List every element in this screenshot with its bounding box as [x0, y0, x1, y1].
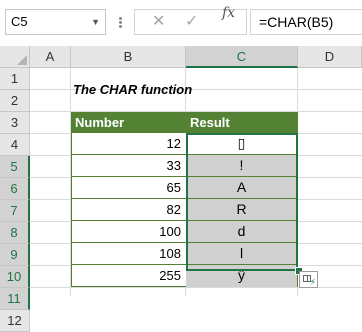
sheet-title[interactable]: The CHAR function — [73, 79, 192, 101]
quick-analysis-button[interactable]: ⚡ — [299, 271, 318, 288]
column-header-c[interactable]: C — [186, 46, 298, 68]
row-header-7[interactable]: 7 — [0, 200, 30, 222]
row-header-3[interactable]: 3 — [0, 112, 30, 134]
number-cell[interactable]: 255 — [71, 265, 187, 287]
row-header-12[interactable]: 12 — [0, 310, 30, 332]
result-cell[interactable]: d — [186, 221, 298, 243]
row-header-11[interactable]: 11 — [0, 288, 30, 310]
column-header-d[interactable]: D — [298, 46, 362, 68]
row-header-4[interactable]: 4 — [0, 134, 30, 156]
number-cell[interactable]: 65 — [71, 177, 187, 199]
number-cell[interactable]: 12 — [71, 133, 187, 155]
table-header-result[interactable]: Result — [186, 112, 298, 133]
row-header-10[interactable]: 10 — [0, 266, 30, 288]
number-cell[interactable]: 82 — [71, 199, 187, 221]
lightning-icon: ⚡ — [309, 277, 316, 287]
select-all-triangle-icon — [17, 55, 27, 65]
row-header-8[interactable]: 8 — [0, 222, 30, 244]
formula-input[interactable]: =CHAR(B5) — [250, 9, 362, 35]
result-cell[interactable]: ÿ — [186, 265, 298, 287]
row-header-1[interactable]: 1 — [0, 68, 30, 90]
column-header-a[interactable]: A — [30, 46, 71, 68]
result-cell[interactable]: l — [186, 243, 298, 265]
result-cell[interactable]: A — [186, 177, 298, 199]
name-box[interactable]: C5 ▼ — [5, 9, 106, 35]
cancel-icon[interactable]: ✕ — [152, 10, 165, 34]
name-box-value: C5 — [11, 14, 28, 29]
formula-bar: C5 ▼ ✕ ✓ fx =CHAR(B5) — [0, 0, 362, 40]
column-header-b[interactable]: B — [71, 46, 186, 68]
row-header-2[interactable]: 2 — [0, 90, 30, 112]
number-cell[interactable]: 108 — [71, 243, 187, 265]
row-header-5[interactable]: 5 — [0, 156, 30, 178]
row-header-9[interactable]: 9 — [0, 244, 30, 266]
select-all-button[interactable] — [0, 46, 30, 68]
insert-function-icon[interactable]: fx — [222, 1, 235, 25]
result-cell[interactable]: ! — [186, 155, 298, 177]
drag-handle-icon[interactable] — [115, 9, 127, 35]
chevron-down-icon[interactable]: ▼ — [91, 10, 100, 34]
result-cell-active[interactable]: ▯ — [186, 133, 298, 155]
number-cell[interactable]: 100 — [71, 221, 187, 243]
number-cell[interactable]: 33 — [71, 155, 187, 177]
result-cell[interactable]: R — [186, 199, 298, 221]
enter-icon[interactable]: ✓ — [185, 10, 198, 34]
row-header-6[interactable]: 6 — [0, 178, 30, 200]
table-header-number[interactable]: Number — [71, 112, 187, 133]
